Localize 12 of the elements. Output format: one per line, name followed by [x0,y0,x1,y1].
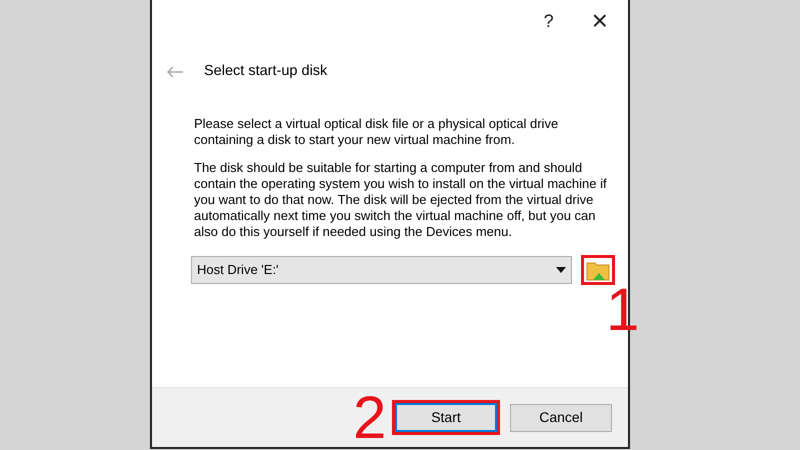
drive-dropdown[interactable]: Host Drive 'E:' [191,256,572,284]
folder-icon [586,260,610,280]
step-number: 2 [353,388,386,448]
instruction-text: The disk should be suitable for starting a computer from and should contain the operating system you wish to install on the virtual machine if you want to do that now. The disk will be ejected from the virtual drive automatically next time you switch the virtual machine off, but you can also do this yourself if needed using the Devices menu. [194,160,608,240]
folder-button[interactable] [581,255,615,285]
dialog-button[interactable]: Cancel [510,404,612,432]
instruction-text: Please select a virtual optical disk file or a physical optical drive containing a disk to start your new virtual machine from. [194,116,560,148]
dropdown-caret-icon [556,267,566,273]
dialog-button[interactable]: Start [392,400,500,435]
wizard-title: Select start-up disk [204,62,328,82]
help-button[interactable]: ? [544,8,554,34]
close-button[interactable]: × [592,0,608,42]
